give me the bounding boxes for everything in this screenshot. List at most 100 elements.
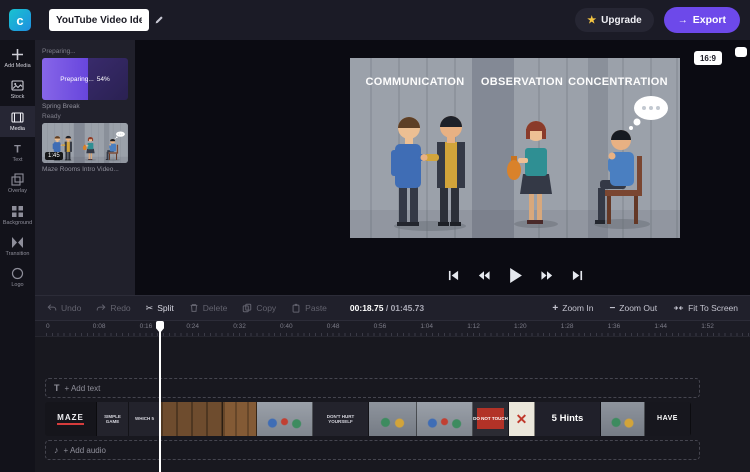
project-title-input[interactable]	[49, 9, 149, 31]
delete-button[interactable]: Delete	[189, 303, 228, 313]
plus-icon: +	[552, 303, 558, 314]
timeline-clip[interactable]: HAVE	[645, 402, 691, 436]
ruler-tick: 0	[46, 323, 50, 330]
scissors-icon: ✂	[146, 303, 154, 314]
sidebar: Add Media Stock Media T Text Overlay Bac…	[0, 40, 35, 472]
playhead[interactable]	[159, 321, 161, 472]
zoom-in-button[interactable]: + Zoom In	[552, 303, 593, 314]
ruler-tick: 0:56	[374, 323, 387, 330]
timeline-clip[interactable]: DON'T HURT YOURSELF	[313, 402, 369, 436]
add-audio-track[interactable]: ♪ + Add audio	[45, 440, 700, 460]
timeline-clip[interactable]: ✕	[509, 402, 535, 436]
sidebar-item-media[interactable]: Media	[0, 106, 35, 137]
paste-icon	[291, 303, 301, 313]
timeline-clip[interactable]: SIMPLE GAME	[97, 402, 129, 436]
app-logo[interactable]: c	[9, 9, 31, 31]
fit-label: Fit To Screen	[688, 303, 738, 313]
ruler-tick: 1:52	[701, 323, 714, 330]
sidebar-item-logo[interactable]: Logo	[0, 262, 35, 293]
timeline-clip[interactable]: DO NOT TOUCH	[473, 402, 509, 436]
copy-icon	[242, 303, 252, 313]
sidebar-item-overlay[interactable]: Overlay	[0, 168, 35, 199]
ruler-tick: 1:04	[420, 323, 433, 330]
stock-image-icon	[11, 79, 24, 92]
timeline-clip[interactable]: WHICH 5	[129, 402, 161, 436]
video-clips-track: MAZESIMPLE GAMEWHICH 5 DON'T HURT YOURSEL…	[45, 402, 691, 436]
edit-title-icon[interactable]	[154, 15, 164, 25]
split-label: Split	[157, 303, 174, 313]
help-chat-icon[interactable]	[735, 47, 747, 57]
ready-item-name: Maze Rooms Intro Video...	[42, 166, 128, 173]
sidebar-item-background[interactable]: Background	[0, 200, 35, 231]
timeline-clip[interactable]: 5 Hints	[535, 402, 601, 436]
video-editor-app: c ★ Upgrade → Export Add Media Stock	[0, 0, 750, 472]
time-separator: /	[383, 303, 390, 313]
sidebar-item-add-media[interactable]: Add Media	[0, 43, 35, 74]
redo-icon	[96, 303, 106, 313]
ruler-tick: 1:28	[561, 323, 574, 330]
sidebar-item-text[interactable]: T Text	[0, 137, 35, 168]
timeline-clip[interactable]	[369, 402, 417, 436]
preview-caption: OBSERVATION	[481, 76, 563, 88]
timeline-ruler[interactable]: 00:080:160:240:320:400:480:561:041:121:2…	[35, 321, 750, 337]
rewind-button[interactable]	[476, 268, 492, 283]
export-arrow-icon: →	[678, 15, 688, 26]
redo-button[interactable]: Redo	[96, 303, 130, 313]
add-text-label: + Add text	[65, 384, 101, 393]
fast-forward-button[interactable]	[539, 268, 555, 283]
copy-button[interactable]: Copy	[242, 303, 276, 313]
timeline-clip[interactable]	[161, 402, 223, 436]
ruler-tick: 1:12	[467, 323, 480, 330]
project-title-wrap	[49, 9, 164, 31]
preparing-media-item[interactable]: Preparing... 54%	[42, 58, 128, 100]
ruler-tick: 0:48	[327, 323, 340, 330]
logo-circle-icon	[11, 267, 24, 280]
paste-button[interactable]: Paste	[291, 303, 327, 313]
zoom-out-button[interactable]: − Zoom Out	[609, 303, 657, 314]
add-audio-label: + Add audio	[64, 446, 106, 455]
preview-area: COMMUNICATION OBSERVATION CONCENTRATION	[135, 40, 750, 295]
sidebar-label: Logo	[11, 282, 23, 288]
timeline-clip[interactable]: MAZE	[45, 402, 97, 436]
redo-label: Redo	[110, 303, 130, 313]
topbar: c ★ Upgrade → Export	[0, 0, 750, 40]
aspect-ratio-badge[interactable]: 16:9	[694, 51, 722, 65]
timeline-clip[interactable]	[257, 402, 313, 436]
svg-text:T: T	[14, 143, 21, 155]
ruler-tick: 0:24	[186, 323, 199, 330]
ruler-tick: 0:08	[93, 323, 106, 330]
export-button[interactable]: → Export	[664, 7, 740, 33]
zoom-tools: + Zoom In − Zoom Out Fit To Screen	[552, 303, 738, 314]
timeline-clip[interactable]	[601, 402, 645, 436]
skip-to-end-button[interactable]	[570, 268, 585, 283]
sidebar-item-transition[interactable]: Transition	[0, 231, 35, 262]
play-button[interactable]	[507, 266, 524, 285]
sidebar-item-stock[interactable]: Stock	[0, 74, 35, 105]
time-display: 00:18.75 / 01:45.73	[350, 303, 424, 313]
skip-to-start-button[interactable]	[446, 268, 461, 283]
text-track-icon: T	[54, 383, 60, 393]
timeline-clip[interactable]	[417, 402, 473, 436]
undo-button[interactable]: Undo	[47, 303, 81, 313]
paste-label: Paste	[305, 303, 327, 313]
background-grid-icon	[11, 205, 24, 218]
sidebar-label: Add Media	[4, 63, 30, 69]
fit-screen-icon	[673, 303, 684, 313]
preview-caption: COMMUNICATION	[365, 76, 464, 88]
ruler-tick: 1:36	[608, 323, 621, 330]
fit-to-screen-button[interactable]: Fit To Screen	[673, 303, 738, 314]
video-preview[interactable]: COMMUNICATION OBSERVATION CONCENTRATION	[350, 58, 680, 238]
delete-label: Delete	[203, 303, 228, 313]
undo-label: Undo	[61, 303, 81, 313]
ruler-tick: 1:44	[654, 323, 667, 330]
ready-media-item[interactable]: 1:45	[42, 123, 128, 163]
split-button[interactable]: ✂ Split	[146, 303, 174, 314]
add-text-track[interactable]: T + Add text	[45, 378, 700, 398]
undo-icon	[47, 303, 57, 313]
copy-label: Copy	[256, 303, 276, 313]
trash-icon	[189, 303, 199, 313]
timeline-clip[interactable]	[223, 402, 257, 436]
upgrade-button[interactable]: ★ Upgrade	[575, 8, 654, 32]
progress-text: Preparing... 54%	[42, 58, 128, 100]
ready-header: Ready	[42, 113, 128, 120]
